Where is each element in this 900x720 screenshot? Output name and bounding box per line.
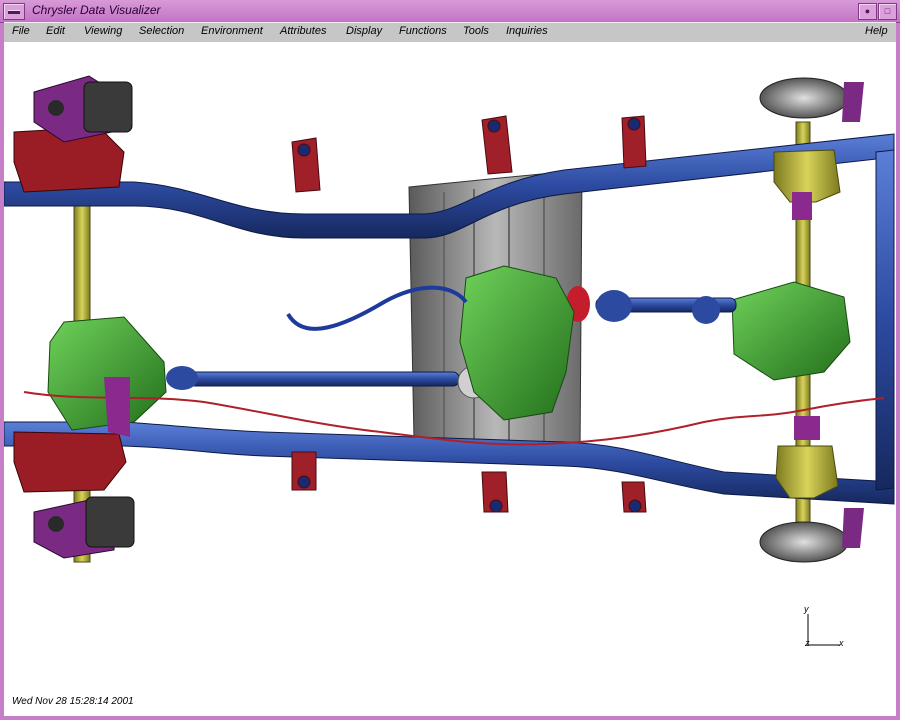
rear-axle-housing-lower[interactable] [775,445,839,499]
menu-edit[interactable]: Edit [46,25,65,37]
maximize-button[interactable]: □ [878,3,897,20]
rear-brake-lower[interactable] [759,508,864,563]
menu-file[interactable]: File [12,25,30,37]
menu-bar: File Edit Viewing Selection Environment … [4,22,896,43]
menu-help[interactable]: Help [865,25,888,37]
rear-driveshaft-cv [596,290,632,322]
front-brake-lower[interactable] [33,496,135,559]
minimize-button[interactable]: ● [858,3,877,20]
window-menu-icon [8,9,20,14]
menu-environment[interactable]: Environment [201,25,263,37]
axis-label-x: x [839,638,844,648]
front-driveshaft-cv [166,366,198,390]
rear-link-bracket-lower [794,416,820,440]
3d-viewport[interactable]: y z x Wed Nov 28 15:28:14 2001 [4,42,896,716]
maximize-icon: □ [884,6,891,16]
minimize-icon: ● [864,6,871,16]
window-title: Chrysler Data Visualizer [32,3,161,17]
application-window: Chrysler Data Visualizer ● □ File Edit V… [0,0,900,720]
rear-brake-upper[interactable] [759,77,864,122]
menu-attributes[interactable]: Attributes [280,25,326,37]
front-driveshaft[interactable] [188,371,460,387]
rear-driveshaft-cv2 [692,296,720,324]
menu-inquiries[interactable]: Inquiries [506,25,548,37]
timestamp: Wed Nov 28 15:28:14 2001 [12,696,134,707]
chassis-model[interactable] [4,42,896,716]
menu-tools[interactable]: Tools [463,25,489,37]
rear-differential[interactable] [731,281,851,381]
rear-link-bracket-upper [792,192,812,220]
menu-functions[interactable]: Functions [399,25,447,37]
steering-bracket [104,377,130,437]
title-bar[interactable]: Chrysler Data Visualizer ● □ [0,0,900,23]
menu-viewing[interactable]: Viewing [84,25,122,37]
window-menu-button[interactable] [3,3,25,20]
frame-crossmember-rear[interactable] [875,149,895,491]
axis-triad [807,614,840,646]
axis-label-z: z [805,638,810,648]
menu-display[interactable]: Display [346,25,382,37]
menu-selection[interactable]: Selection [139,25,184,37]
front-spring-seat-lower[interactable] [13,431,127,493]
front-brake-upper[interactable] [33,75,133,143]
